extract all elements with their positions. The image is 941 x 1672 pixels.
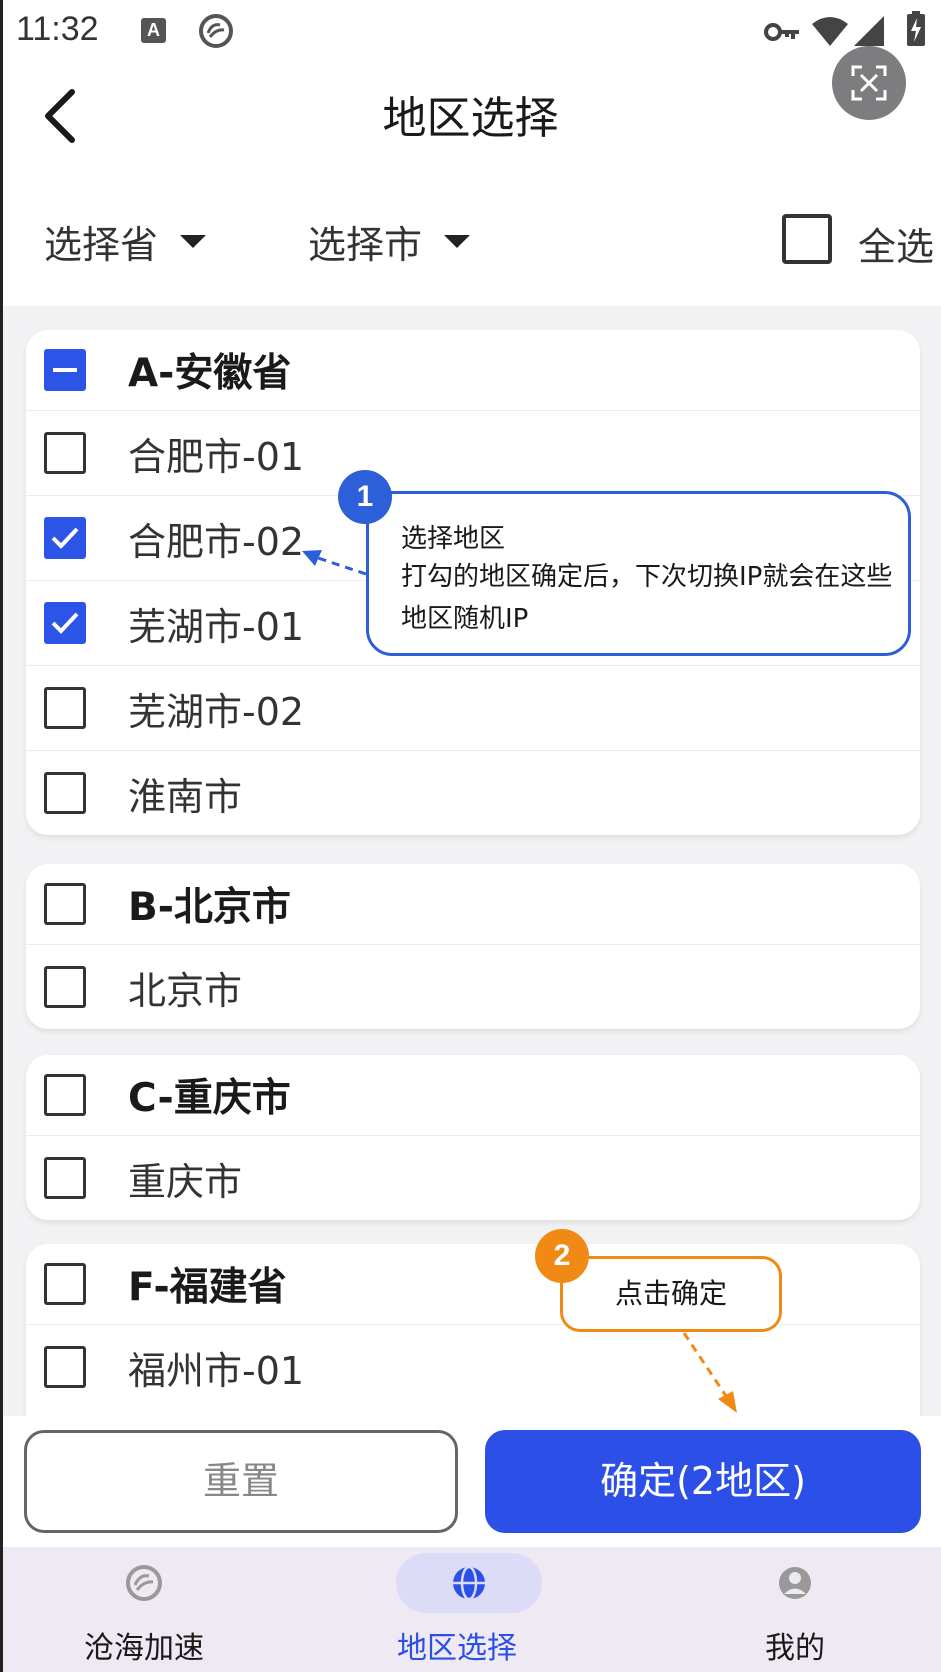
- filter-bar: 选择省 选择市 全选: [0, 174, 941, 306]
- action-bar: 重置 确定(2地区): [0, 1416, 941, 1547]
- step-badge: 2: [535, 1229, 589, 1283]
- region-group-title: B-北京市: [128, 885, 291, 930]
- province-dropdown[interactable]: 选择省: [44, 214, 207, 269]
- region-item[interactable]: 北京市: [26, 944, 920, 1029]
- region-checkbox[interactable]: [44, 772, 86, 814]
- region-group-card: C-重庆市 重庆市: [26, 1055, 920, 1220]
- checkmark-icon: [51, 612, 79, 634]
- reset-button[interactable]: 重置: [24, 1430, 458, 1533]
- battery-charging-icon: [907, 11, 925, 46]
- region-item-label: 北京市: [128, 968, 243, 1013]
- region-item-label: 芜湖市-01: [128, 604, 305, 649]
- key-icon: [764, 23, 799, 41]
- app-logo-icon: [199, 14, 233, 48]
- region-item-label: 合肥市-01: [128, 434, 305, 479]
- partial-checkbox[interactable]: [44, 349, 86, 391]
- callout-title: 选择地区: [401, 524, 506, 554]
- step-badge: 1: [338, 470, 392, 524]
- status-time: 11:32: [16, 10, 99, 48]
- nav-label: 地区选择: [397, 1631, 517, 1666]
- user-icon: [779, 1567, 811, 1599]
- region-group-card: F-福建省 福州市-01: [26, 1244, 920, 1416]
- region-group-checkbox[interactable]: [44, 1074, 86, 1116]
- screen-edge: [0, 0, 3, 1672]
- tutorial-callout-confirm: 点击确定: [560, 1256, 782, 1332]
- select-all-label: 全选: [858, 225, 935, 269]
- region-item[interactable]: 芜湖市-02: [26, 665, 920, 750]
- city-dropdown-label: 选择市: [308, 223, 423, 267]
- region-group-header[interactable]: A-安徽省: [26, 330, 920, 410]
- nav-icon-container: [755, 1553, 835, 1613]
- region-group-card: B-北京市 北京市: [26, 864, 920, 1029]
- header: 地区选择: [0, 46, 941, 174]
- globe-icon: [453, 1565, 485, 1601]
- status-bar: 11:32 A: [0, 0, 941, 62]
- nav-icon-container: [104, 1553, 184, 1613]
- province-dropdown-label: 选择省: [44, 223, 159, 267]
- region-item[interactable]: 重庆市: [26, 1135, 920, 1220]
- region-checkbox-checked[interactable]: [44, 602, 86, 644]
- tutorial-callout-select-region: 选择地区 打勾的地区确定后，下次切换IP就会在这些地区随机IP: [366, 491, 911, 656]
- region-item[interactable]: 淮南市: [26, 750, 920, 835]
- signal-icon: [854, 16, 884, 46]
- confirm-button[interactable]: 确定(2地区): [485, 1430, 921, 1533]
- caret-down-icon: [444, 235, 471, 248]
- region-item[interactable]: 合肥市-01: [26, 410, 920, 495]
- region-checkbox[interactable]: [44, 1157, 86, 1199]
- region-item-label: 芜湖市-02: [128, 689, 305, 734]
- region-item-label: 福州市-01: [128, 1348, 305, 1393]
- region-checkbox[interactable]: [44, 1346, 86, 1388]
- region-checkbox[interactable]: [44, 687, 86, 729]
- screenshot-icon: [851, 65, 887, 101]
- select-all-checkbox[interactable]: [782, 214, 832, 264]
- region-checkbox[interactable]: [44, 432, 86, 474]
- a-notification-icon: A: [141, 18, 166, 43]
- region-item[interactable]: 福州市-01: [26, 1324, 920, 1409]
- region-checkbox[interactable]: [44, 966, 86, 1008]
- nav-item-profile[interactable]: 我的: [645, 1547, 941, 1672]
- region-item-label: 淮南市: [128, 774, 243, 819]
- region-group-title: F-福建省: [128, 1265, 287, 1310]
- caret-down-icon: [180, 235, 207, 248]
- region-group-header[interactable]: B-北京市: [26, 864, 920, 944]
- region-checkbox-checked[interactable]: [44, 517, 86, 559]
- callout-text: 打勾的地区确定后，下次切换IP就会在这些地区随机IP: [401, 562, 893, 634]
- bottom-nav: 沧海加速 地区选择 我的: [0, 1547, 941, 1672]
- app-logo-icon: [126, 1565, 162, 1601]
- minus-icon: [53, 368, 77, 372]
- screenshot-button[interactable]: [832, 46, 906, 120]
- region-group-title: A-安徽省: [128, 351, 292, 396]
- checkmark-icon: [51, 527, 79, 549]
- region-group-checkbox[interactable]: [44, 1263, 86, 1305]
- region-item-label: 重庆市: [128, 1159, 243, 1204]
- region-group-title: C-重庆市: [128, 1076, 291, 1121]
- region-group-header[interactable]: C-重庆市: [26, 1055, 920, 1135]
- screen: 11:32 A 地区选择 选择省 选择市 全选 A-安徽省 合肥市-01 合肥市…: [0, 0, 941, 1672]
- city-dropdown[interactable]: 选择市: [308, 214, 471, 269]
- region-group-checkbox[interactable]: [44, 883, 86, 925]
- nav-icon-container: [396, 1553, 542, 1613]
- nav-label: 我的: [765, 1631, 825, 1666]
- page-title: 地区选择: [382, 93, 559, 144]
- region-group-header[interactable]: F-福建省: [26, 1244, 920, 1324]
- wifi-icon: [812, 17, 848, 46]
- nav-item-home[interactable]: 沧海加速: [0, 1547, 294, 1672]
- nav-label: 沧海加速: [84, 1631, 204, 1666]
- region-item-label: 合肥市-02: [128, 519, 305, 564]
- nav-item-region[interactable]: 地区选择: [307, 1547, 607, 1672]
